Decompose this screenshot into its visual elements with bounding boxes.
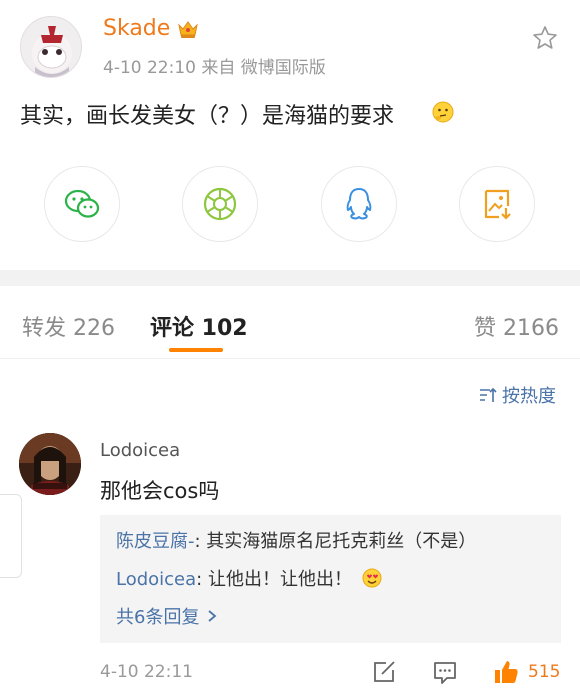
share-moments-button[interactable] — [182, 166, 258, 242]
replies-preview[interactable]: 陈皮豆腐-: 其实海猫原名尼托克莉丝（不是） Lodoicea: 让他出！让他出… — [100, 515, 561, 643]
thumbs-up-icon — [495, 661, 518, 683]
reply-author[interactable]: Lodoicea — [116, 569, 196, 590]
tab-likes[interactable]: 赞 2166 — [474, 310, 559, 342]
tab-comments[interactable]: 评论 102 — [150, 310, 248, 342]
comment-time: 4-10 22:11 — [100, 662, 193, 682]
sort-by-hot-button[interactable]: 按热度 — [478, 382, 556, 408]
share-wechat-button[interactable] — [44, 166, 120, 242]
reply-text: : 其实海猫原名尼托克莉丝（不是） — [194, 531, 477, 552]
more-replies-label: 共6条回复 — [116, 607, 200, 628]
post-meta: 4-10 22:10 来自 微博国际版 — [103, 58, 326, 78]
side-drawer-handle[interactable] — [0, 494, 22, 578]
reply-text: : 让他出！让他出！ — [196, 569, 352, 590]
vip-crown-icon — [177, 19, 199, 39]
like-count: 515 — [528, 662, 561, 682]
post-author-name[interactable]: Skade — [103, 16, 170, 41]
repost-comment-button[interactable] — [370, 658, 398, 686]
save-image-icon — [484, 189, 511, 220]
section-divider — [0, 270, 580, 286]
wechat-icon — [64, 189, 100, 218]
more-replies-link[interactable]: 共6条回复 — [116, 603, 217, 629]
reply-item: 陈皮豆腐-: 其实海猫原名尼托克莉丝（不是） — [116, 527, 476, 553]
share-edit-icon — [374, 661, 395, 682]
commenter-name[interactable]: Lodoicea — [100, 440, 180, 461]
tab-divider — [0, 358, 580, 359]
active-tab-indicator — [169, 348, 223, 352]
sort-icon — [480, 387, 497, 402]
comment-icon — [434, 662, 456, 684]
favorite-star-icon[interactable] — [531, 24, 559, 52]
comment-text: 那他会cos吗 — [100, 479, 220, 503]
moments-icon — [203, 187, 237, 221]
save-image-button[interactable] — [459, 166, 535, 242]
share-qq-button[interactable] — [321, 166, 397, 242]
tab-repost[interactable]: 转发 226 — [22, 310, 115, 342]
reply-author[interactable]: 陈皮豆腐- — [116, 531, 195, 552]
thinking-emoji-icon — [432, 101, 454, 123]
reply-item: Lodoicea: 让他出！让他出！ — [116, 565, 382, 591]
reply-comment-button[interactable] — [431, 658, 459, 686]
sort-label: 按热度 — [502, 386, 556, 407]
like-button[interactable] — [492, 658, 520, 686]
heart-eyes-emoji-icon — [362, 568, 382, 588]
commenter-avatar[interactable] — [19, 433, 81, 495]
qq-icon — [346, 188, 372, 220]
chevron-right-icon — [208, 610, 217, 622]
post-author-avatar[interactable] — [20, 16, 82, 78]
post-text: 其实，画长发美女（？）是海猫的要求 — [20, 104, 395, 129]
